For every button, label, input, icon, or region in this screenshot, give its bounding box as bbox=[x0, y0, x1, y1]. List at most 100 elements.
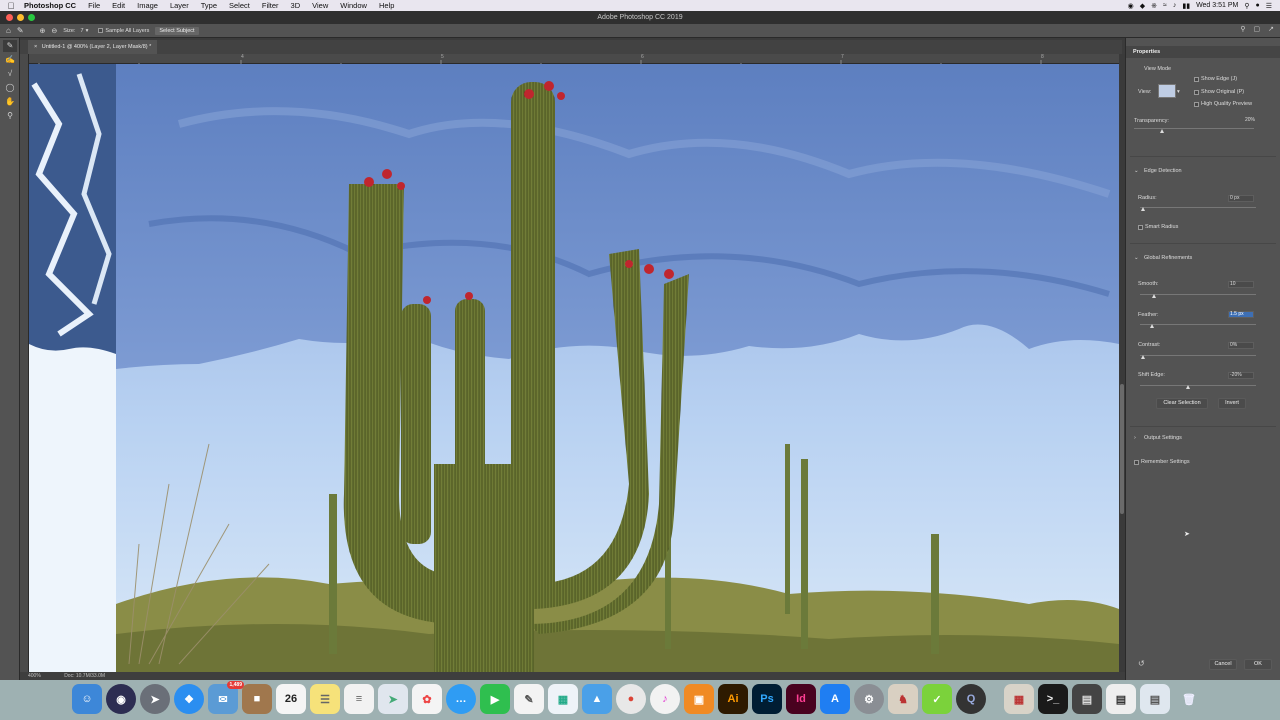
checkbox-box[interactable] bbox=[1138, 224, 1143, 230]
chevron-down-icon[interactable]: ▾ bbox=[86, 28, 89, 34]
close-window-button[interactable] bbox=[6, 14, 13, 21]
scrollbar-thumb[interactable] bbox=[1120, 384, 1124, 514]
app-menu[interactable]: Photoshop CC bbox=[22, 1, 82, 10]
workspace-switcher-icon[interactable]: ▢ bbox=[1254, 25, 1261, 33]
clock[interactable]: Wed 3:51 PM bbox=[1196, 2, 1238, 9]
feather-slider[interactable] bbox=[1140, 324, 1256, 325]
document-tab[interactable]: × Untitled-1 @ 400% (Layer 2, Layer Mask… bbox=[28, 40, 158, 54]
radius-slider[interactable] bbox=[1140, 207, 1256, 208]
refine-edge-brush-icon[interactable]: ✍ bbox=[3, 54, 17, 66]
feather-slider-handle[interactable] bbox=[1150, 324, 1154, 328]
subtract-from-selection-icon[interactable]: ⊖ bbox=[51, 27, 57, 35]
transparency-slider[interactable] bbox=[1134, 128, 1254, 129]
photoshop-icon[interactable]: Ps bbox=[752, 684, 782, 714]
shift-edge-value[interactable]: -20% bbox=[1228, 372, 1254, 379]
search-icon[interactable]: ⚲ bbox=[1240, 25, 1245, 33]
keynote-icon[interactable]: ▲ bbox=[582, 684, 612, 714]
reset-icon[interactable]: ↺ bbox=[1138, 659, 1145, 668]
maps-icon[interactable]: ➤ bbox=[378, 684, 408, 714]
dropbox-icon[interactable]: ◆ bbox=[1140, 2, 1145, 10]
document-stack-icon[interactable]: ▤ bbox=[1072, 684, 1102, 714]
edge-detection-heading[interactable]: Edge Detection bbox=[1144, 168, 1182, 174]
facetime-icon[interactable]: ▶ bbox=[480, 684, 510, 714]
folder-stack-icon[interactable]: ▤ bbox=[1106, 684, 1136, 714]
quick-selection-tool-icon[interactable]: ✎ bbox=[3, 40, 17, 52]
downloads-stack-icon[interactable]: ▤ bbox=[1140, 684, 1170, 714]
apple-icon[interactable]:  bbox=[0, 1, 22, 11]
document-info[interactable]: Doc: 10.7M/33.0M bbox=[64, 673, 105, 679]
chevron-down-icon[interactable]: ⌄ bbox=[1134, 255, 1139, 261]
itunes-icon[interactable]: ♪ bbox=[650, 684, 680, 714]
finder-icon[interactable]: ☺ bbox=[72, 684, 102, 714]
menu-layer[interactable]: Layer bbox=[164, 1, 195, 10]
cancel-button[interactable]: Cancel bbox=[1209, 659, 1237, 670]
record-icon[interactable]: ◉ bbox=[1128, 2, 1134, 10]
clear-selection-button[interactable]: Clear Selection bbox=[1156, 398, 1208, 409]
high-quality-preview-checkbox[interactable]: High Quality Preview bbox=[1194, 101, 1252, 107]
menu-3d[interactable]: 3D bbox=[285, 1, 307, 10]
numbers-icon[interactable]: ▦ bbox=[548, 684, 578, 714]
checkbox-box[interactable] bbox=[1134, 459, 1139, 465]
add-to-selection-icon[interactable]: ⊕ bbox=[40, 27, 46, 35]
checkbox-box[interactable] bbox=[1194, 101, 1199, 107]
hand-tool-icon[interactable]: ✋ bbox=[3, 96, 17, 108]
terminal-icon[interactable]: >_ bbox=[1038, 684, 1068, 714]
contacts-icon[interactable]: ■ bbox=[242, 684, 272, 714]
checkbox-box[interactable] bbox=[98, 28, 104, 33]
smart-radius-checkbox[interactable]: Smart Radius bbox=[1138, 224, 1178, 230]
bluetooth-icon[interactable]: ※ bbox=[1151, 2, 1157, 10]
app-store-icon[interactable]: A bbox=[820, 684, 850, 714]
checkbox-box[interactable] bbox=[1194, 76, 1199, 82]
search-icon[interactable]: ⚲ bbox=[1244, 2, 1249, 10]
feather-value[interactable]: 1.5 px bbox=[1228, 311, 1254, 318]
contrast-slider-handle[interactable] bbox=[1141, 355, 1145, 359]
brush-tool-icon[interactable]: √ bbox=[3, 68, 17, 80]
system-preferences-icon[interactable]: ⚙ bbox=[854, 684, 884, 714]
radius-slider-handle[interactable] bbox=[1141, 207, 1145, 211]
lasso-tool-icon[interactable]: ◯ bbox=[3, 82, 17, 94]
siri-icon[interactable]: ◉ bbox=[106, 684, 136, 714]
green-app-icon[interactable]: ✓ bbox=[922, 684, 952, 714]
ibooks-icon[interactable]: ▣ bbox=[684, 684, 714, 714]
chrome-icon[interactable]: ● bbox=[616, 684, 646, 714]
chevron-down-icon[interactable]: ▾ bbox=[1177, 89, 1180, 95]
menu-type[interactable]: Type bbox=[195, 1, 223, 10]
menu-view[interactable]: View bbox=[306, 1, 334, 10]
photos-icon[interactable]: ✿ bbox=[412, 684, 442, 714]
launchpad-icon[interactable]: ➤ bbox=[140, 684, 170, 714]
chevron-right-icon[interactable]: › bbox=[1134, 435, 1136, 441]
transparency-slider-handle[interactable] bbox=[1160, 129, 1164, 133]
quick-selection-tool-icon[interactable]: ✎ bbox=[17, 26, 24, 35]
document-canvas[interactable] bbox=[29, 64, 1119, 672]
safari-icon[interactable]: ❖ bbox=[174, 684, 204, 714]
menu-select[interactable]: Select bbox=[223, 1, 256, 10]
quicktime-icon[interactable]: Q bbox=[956, 684, 986, 714]
close-icon[interactable]: × bbox=[34, 44, 37, 50]
ok-button[interactable]: OK bbox=[1244, 659, 1272, 670]
shift-edge-slider-handle[interactable] bbox=[1186, 385, 1190, 389]
show-edge-checkbox[interactable]: Show Edge (J) bbox=[1194, 76, 1237, 82]
show-original-checkbox[interactable]: Show Original (P) bbox=[1194, 89, 1244, 95]
user-avatar-icon[interactable]: ● bbox=[1255, 2, 1259, 9]
horizontal-ruler[interactable]: 4 5 6 7 8 bbox=[29, 54, 1119, 67]
menu-window[interactable]: Window bbox=[334, 1, 373, 10]
shift-edge-slider[interactable] bbox=[1140, 385, 1256, 386]
smooth-slider-handle[interactable] bbox=[1152, 294, 1156, 298]
smooth-value[interactable]: 10 bbox=[1228, 281, 1254, 288]
contrast-slider[interactable] bbox=[1140, 355, 1256, 356]
preview-image-icon[interactable]: ▦ bbox=[1004, 684, 1034, 714]
home-icon[interactable]: ⌂ bbox=[6, 26, 11, 35]
calendar-icon[interactable]: 26 bbox=[276, 684, 306, 714]
contrast-value[interactable]: 0% bbox=[1228, 342, 1254, 349]
menu-image[interactable]: Image bbox=[131, 1, 164, 10]
battery-icon[interactable]: ▮▮ bbox=[1182, 2, 1190, 10]
chevron-down-icon[interactable]: ⌄ bbox=[1134, 168, 1139, 174]
pages-icon[interactable]: ✎ bbox=[514, 684, 544, 714]
sample-all-layers-checkbox[interactable]: Sample All Layers bbox=[98, 28, 149, 34]
brush-size-value[interactable]: 7 bbox=[81, 28, 84, 34]
minimize-window-button[interactable] bbox=[17, 14, 24, 21]
trash-icon[interactable]: 🗑 bbox=[1174, 684, 1204, 714]
illustrator-icon[interactable]: Ai bbox=[718, 684, 748, 714]
vertical-ruler[interactable] bbox=[20, 54, 29, 672]
indesign-icon[interactable]: Id bbox=[786, 684, 816, 714]
